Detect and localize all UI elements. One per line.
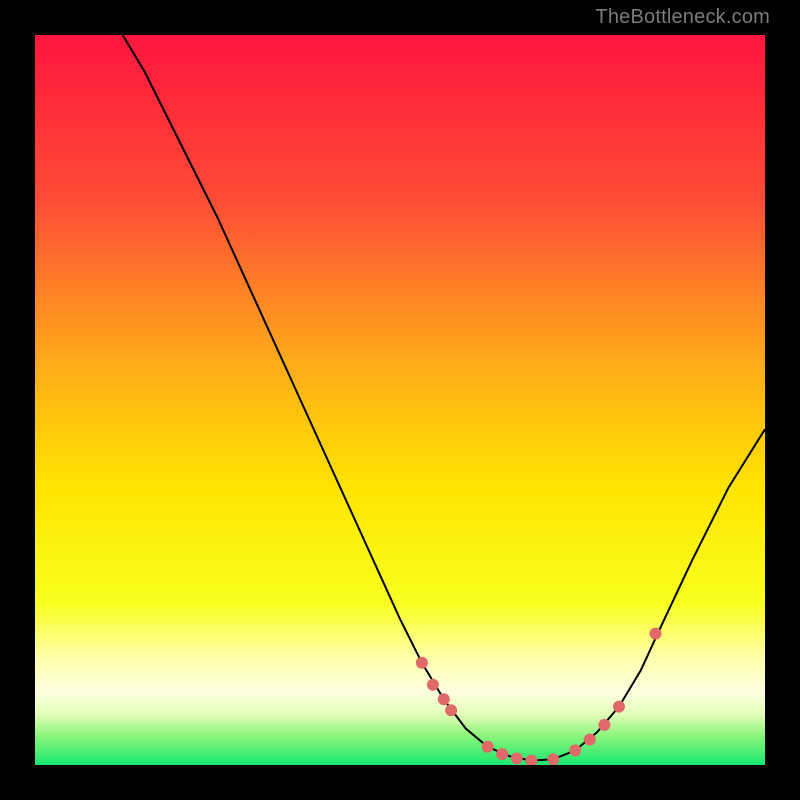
chart-marker: [525, 755, 537, 765]
chart-marker: [584, 734, 596, 746]
chart-marker: [445, 704, 457, 716]
chart-marker: [427, 679, 439, 691]
chart-marker: [416, 657, 428, 669]
chart-marker: [650, 628, 662, 640]
watermark-text: TheBottleneck.com: [595, 6, 770, 29]
chart-marker: [438, 693, 450, 705]
chart-marker: [547, 753, 559, 765]
chart-curve-layer: [35, 35, 765, 765]
chart-plot-area: [35, 35, 765, 765]
chart-marker: [482, 741, 494, 753]
bottleneck-curve: [123, 35, 765, 761]
chart-marker: [511, 752, 523, 764]
chart-marker: [496, 748, 508, 760]
chart-marker: [613, 701, 625, 713]
chart-marker: [598, 719, 610, 731]
chart-marker: [569, 744, 581, 756]
